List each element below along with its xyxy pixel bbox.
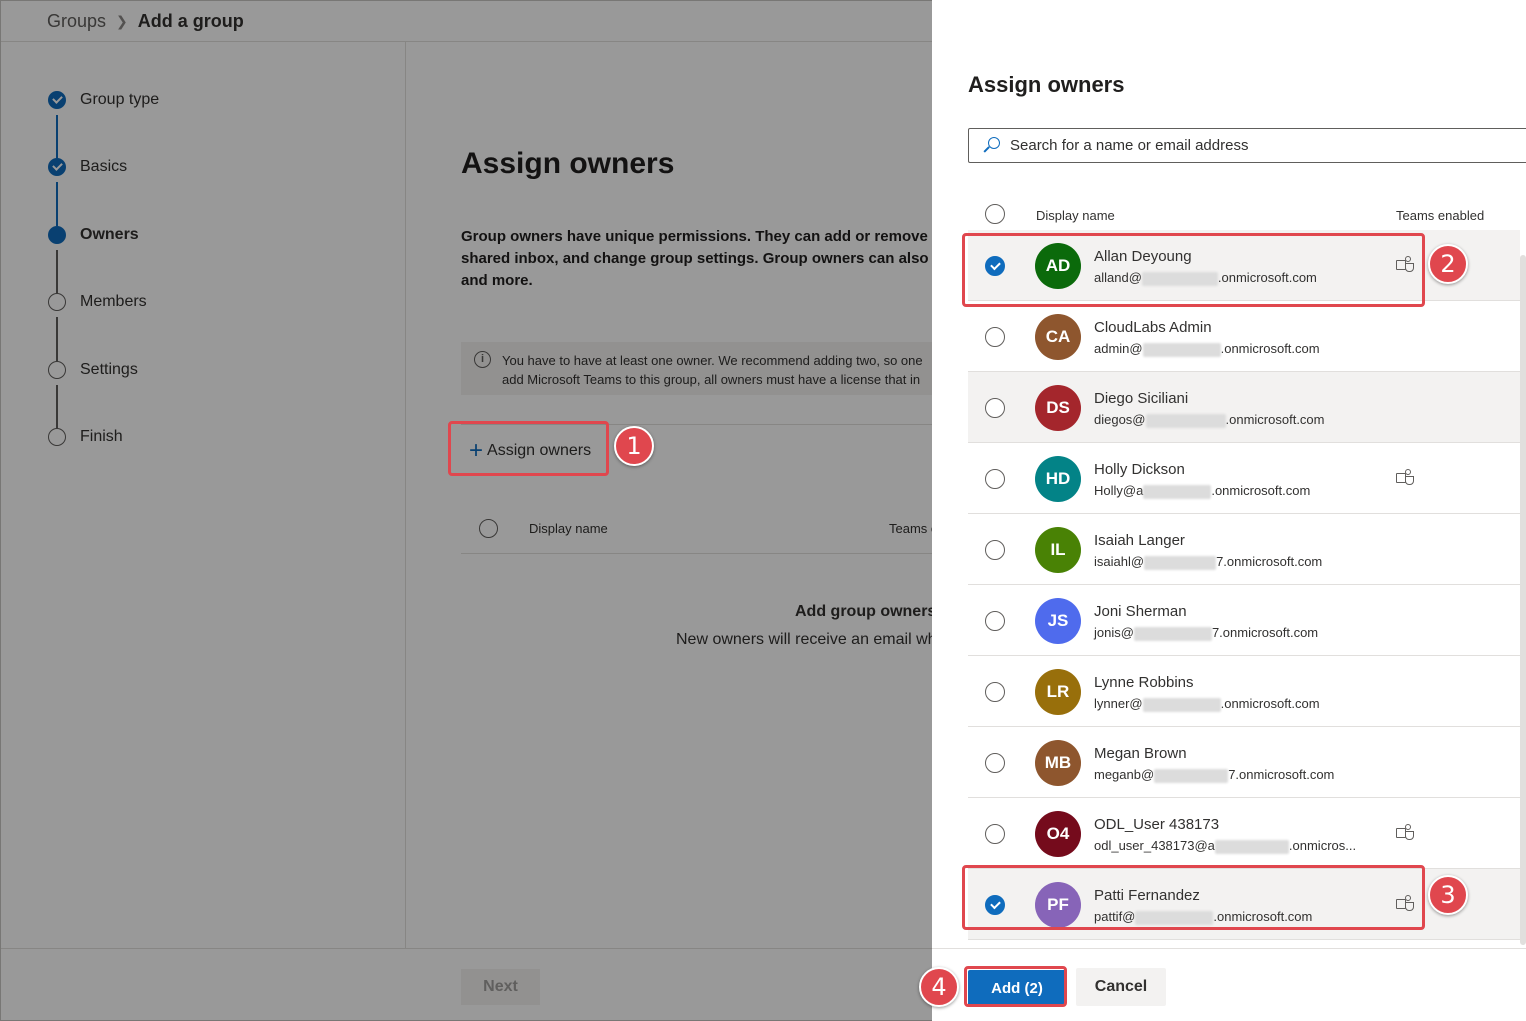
step-badge: 1 — [614, 426, 654, 466]
avatar: O4 — [1035, 811, 1081, 857]
user-email: jonis@ 7.onmicrosoft.com — [1094, 625, 1318, 641]
row-checkbox[interactable] — [985, 682, 1005, 702]
row-checkbox[interactable] — [985, 753, 1005, 773]
modal-overlay[interactable] — [0, 0, 932, 1021]
row-checkbox[interactable] — [985, 611, 1005, 631]
redacted-text — [1144, 555, 1217, 570]
email-suffix: 7.onmicrosoft.com — [1216, 554, 1323, 569]
user-name: Megan Brown — [1094, 745, 1187, 762]
email-suffix: 7.onmicrosoft.com — [1211, 625, 1319, 640]
user-email: meganb@ 7.onmicrosoft.com — [1094, 767, 1334, 783]
teams-icon — [1396, 469, 1414, 485]
email-prefix: diegos@ — [1094, 412, 1146, 427]
user-name: Isaiah Langer — [1094, 532, 1185, 549]
user-name: Diego Siciliani — [1094, 390, 1189, 407]
scrollbar[interactable] — [1520, 255, 1526, 945]
redacted-text — [1154, 768, 1229, 783]
user-email: admin@ .onmicrosoft.com — [1094, 341, 1320, 357]
step-badge: 3 — [1428, 875, 1468, 915]
email-suffix: .onmicrosoft.com — [1220, 341, 1320, 356]
footer-divider — [932, 948, 1526, 949]
column-header-display-name[interactable]: Display name — [1036, 208, 1115, 223]
redacted-text — [1214, 839, 1289, 854]
step-badge: 2 — [1428, 244, 1468, 284]
highlight-box — [964, 966, 1067, 1007]
email-prefix: jonis@ — [1094, 625, 1134, 640]
search-placeholder: Search for a name or email address — [1010, 137, 1249, 154]
redacted-text — [1142, 697, 1221, 712]
row-checkbox[interactable] — [985, 398, 1005, 418]
highlight-box — [962, 865, 1425, 930]
email-suffix: .onmicrosoft.com — [1211, 483, 1311, 498]
user-row[interactable]: JS Joni Sherman jonis@ 7.onmicrosoft.com — [968, 585, 1520, 656]
redacted-text — [1143, 484, 1212, 499]
email-prefix: Holly@a — [1094, 483, 1144, 498]
search-icon — [983, 136, 1001, 155]
redacted-text — [1142, 342, 1221, 357]
email-suffix: .onmicrosoft.com — [1225, 412, 1325, 427]
user-row[interactable]: DS Diego Siciliani diegos@ .onmicrosoft.c… — [968, 372, 1520, 443]
avatar: MB — [1035, 740, 1081, 786]
user-email: odl_user_438173@a .onmicros... — [1094, 838, 1356, 854]
column-header-teams[interactable]: Teams enabled — [1396, 208, 1484, 223]
redacted-text — [1145, 413, 1226, 428]
user-row[interactable]: O4 ODL_User 438173 odl_user_438173@a .onm… — [968, 798, 1520, 869]
user-name: Lynne Robbins — [1094, 674, 1194, 691]
user-email: diegos@ .onmicrosoft.com — [1094, 412, 1325, 428]
user-name: Joni Sherman — [1094, 603, 1187, 620]
email-prefix: meganb@ — [1094, 767, 1155, 782]
user-email: isaiahl@ 7.onmicrosoft.com — [1094, 554, 1322, 570]
row-checkbox[interactable] — [985, 469, 1005, 489]
avatar: HD — [1035, 456, 1081, 502]
email-suffix: .onmicrosoft.com — [1220, 696, 1320, 711]
user-list: AD Allan Deyoung alland@ .onmicrosoft.com… — [968, 230, 1520, 940]
email-suffix: 7.onmicrosoft.com — [1228, 767, 1335, 782]
highlight-box — [448, 421, 609, 476]
row-checkbox[interactable] — [985, 824, 1005, 844]
user-email: Holly@a .onmicrosoft.com — [1094, 483, 1310, 499]
user-row[interactable]: CA CloudLabs Admin admin@ .onmicrosoft.co… — [968, 301, 1520, 372]
row-checkbox[interactable] — [985, 540, 1005, 560]
user-name: Holly Dickson — [1094, 461, 1185, 478]
user-row[interactable]: IL Isaiah Langer isaiahl@ 7.onmicrosoft.c… — [968, 514, 1520, 585]
select-all-radio[interactable] — [985, 204, 1005, 224]
email-prefix: isaiahl@ — [1094, 554, 1145, 569]
email-prefix: lynner@ — [1094, 696, 1143, 711]
highlight-box — [962, 233, 1425, 307]
user-row[interactable]: HD Holly Dickson Holly@a .onmicrosoft.com — [968, 443, 1520, 514]
email-suffix: .onmicros... — [1288, 838, 1357, 853]
avatar: IL — [1035, 527, 1081, 573]
user-name: CloudLabs Admin — [1094, 319, 1212, 336]
step-badge: 4 — [919, 967, 959, 1007]
user-name: ODL_User 438173 — [1094, 816, 1220, 833]
search-input[interactable]: Search for a name or email address — [968, 128, 1526, 163]
redacted-text — [1133, 626, 1212, 641]
email-prefix: admin@ — [1094, 341, 1143, 356]
panel-title: Assign owners — [968, 72, 1125, 97]
row-checkbox[interactable] — [985, 327, 1005, 347]
user-row[interactable]: MB Megan Brown meganb@ 7.onmicrosoft.com — [968, 727, 1520, 798]
user-email: lynner@ .onmicrosoft.com — [1094, 696, 1320, 712]
avatar: LR — [1035, 669, 1081, 715]
email-prefix: odl_user_438173@a — [1094, 838, 1215, 853]
cancel-button[interactable]: Cancel — [1076, 968, 1166, 1006]
teams-icon — [1396, 824, 1414, 840]
avatar: DS — [1035, 385, 1081, 431]
avatar: CA — [1035, 314, 1081, 360]
avatar: JS — [1035, 598, 1081, 644]
user-row[interactable]: LR Lynne Robbins lynner@ .onmicrosoft.com — [968, 656, 1520, 727]
